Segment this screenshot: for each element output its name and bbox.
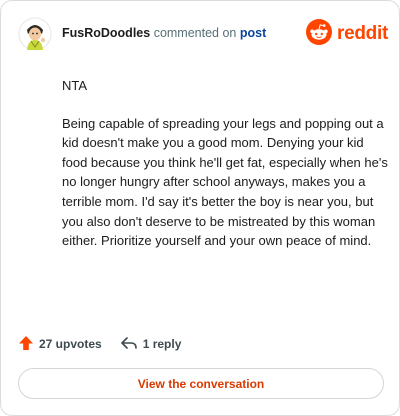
arrow-up-icon <box>18 335 34 354</box>
post-link[interactable]: post <box>240 26 266 40</box>
embedded-comment-card: FusRoDoodles commented on post reddit NT… <box>0 0 400 416</box>
user-avatar[interactable] <box>18 17 52 51</box>
reply-count: 1 reply <box>142 337 182 351</box>
reply-button[interactable]: 1 reply <box>120 335 182 354</box>
reddit-snoo-icon <box>306 18 333 50</box>
reddit-logo[interactable]: reddit <box>306 18 388 50</box>
reply-icon <box>120 335 138 354</box>
comment-paragraph: Being capable of spreading your legs and… <box>62 115 388 249</box>
byline-action: commented on <box>153 26 237 40</box>
comment-header: FusRoDoodles commented on post reddit <box>18 14 388 54</box>
username-link[interactable]: FusRoDoodles <box>62 26 150 40</box>
upvote-button[interactable]: 27 upvotes <box>18 335 102 354</box>
upvote-count: 27 upvotes <box>39 337 102 351</box>
comment-byline: FusRoDoodles commented on post <box>62 26 266 40</box>
reddit-wordmark: reddit <box>337 23 388 44</box>
view-conversation-button[interactable]: View the conversation <box>18 368 384 399</box>
comment-body: NTA Being capable of spreading your legs… <box>62 76 388 269</box>
comment-actions: 27 upvotes 1 reply <box>18 334 181 354</box>
comment-paragraph: NTA <box>62 78 88 93</box>
